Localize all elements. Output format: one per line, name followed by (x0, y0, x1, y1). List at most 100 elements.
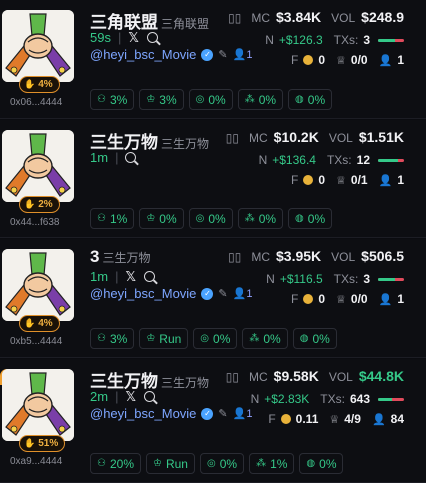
person-icon: 👤 (378, 54, 393, 67)
stat-tag-value: 3% (159, 92, 177, 107)
stat-tag[interactable]: ◍ 0% (288, 89, 333, 110)
hand-icon: ✋ (24, 318, 36, 328)
market-cap-row: ▯▯ MC $3.95K VOL $506.5 (228, 248, 404, 264)
fee-value: 0.11 (295, 412, 319, 426)
stat-tag[interactable]: ⁂ 0% (237, 89, 284, 110)
search-icon[interactable] (144, 391, 156, 402)
x-icon[interactable]: 𝕏 (125, 390, 137, 403)
stat-tag[interactable]: ◎ 0% (188, 89, 233, 110)
buy-sell-bar (378, 38, 404, 42)
stat-tag[interactable]: ♔ Run (139, 328, 189, 349)
token-image[interactable] (2, 369, 74, 441)
stat-tag-value: 0% (159, 211, 177, 226)
stat-tag[interactable]: ♔ 0% (139, 208, 184, 229)
stat-tag[interactable]: ◎ 0% (193, 328, 238, 349)
fee-value: 0 (318, 173, 326, 187)
search-icon[interactable] (147, 32, 159, 43)
token-card[interactable]: ✋ 4% 0x06...4444 三角联盟 三角联盟 59s | 𝕏 @heyi_… (0, 0, 426, 119)
token-image[interactable] (2, 10, 74, 82)
trophy-value: 0/0 (350, 53, 368, 67)
people-count: 84 (390, 412, 404, 426)
edit-icon[interactable]: ✎ (218, 407, 227, 420)
token-image[interactable] (2, 249, 74, 321)
stat-tag[interactable]: ⁂ 1% (249, 453, 295, 474)
n-label: N (250, 392, 260, 406)
token-name[interactable]: 3 三生万物 (90, 247, 150, 267)
stat-tag[interactable]: ⚇ 3% (90, 89, 135, 110)
token-card[interactable]: ✋ 51% 0xa9...4444 三生万物 三生万物 2m | 𝕏 @heyi_… (0, 359, 426, 483)
edit-icon[interactable]: ✎ (218, 287, 227, 300)
stat-tag-value: Run (165, 456, 188, 471)
trophy-value: 0/1 (350, 173, 368, 187)
holder-pct-badge: ✋ 2% (19, 196, 60, 213)
contract-address[interactable]: 0xb5...4444 (10, 336, 62, 347)
badge-pct: 2% (38, 199, 53, 210)
divider: | (115, 389, 119, 404)
chef-icon: ♔ (146, 94, 156, 105)
search-icon[interactable] (144, 271, 156, 282)
market-cap: $3.95K (276, 248, 322, 264)
stat-tag-value: 0% (258, 211, 277, 226)
stat-tag[interactable]: ◎ 0% (188, 208, 233, 229)
followers-count: 👤1 (232, 288, 253, 300)
vol-label: VOL (331, 11, 356, 25)
stat-tag[interactable]: ⁂ 0% (237, 208, 284, 229)
stat-tag-value: 0% (213, 331, 231, 346)
verified-icon: ✓ (201, 287, 214, 300)
net-flow: +$126.3 (278, 33, 323, 47)
hand-icon: ✋ (24, 199, 36, 209)
twitter-handle-row[interactable]: @heyi_bsc_Movie ✓ ✎ 👤1 (90, 47, 252, 62)
token-symbol: 三生万物 (161, 137, 210, 151)
stat-tag[interactable]: ◍ 0% (288, 208, 333, 229)
token-meta: 1m | (90, 150, 137, 165)
contract-address[interactable]: 0x06...4444 (10, 97, 62, 108)
volume: $506.5 (361, 248, 404, 264)
token-name-text: 3 (90, 247, 100, 266)
twitter-handle[interactable]: @heyi_bsc_Movie (90, 406, 196, 421)
twitter-handle[interactable]: @heyi_bsc_Movie (90, 47, 196, 62)
search-icon[interactable] (125, 152, 137, 163)
volume: $1.51K (358, 129, 404, 145)
stat-tag[interactable]: ◍ 0% (299, 453, 344, 474)
stat-tag[interactable]: ♔ Run (146, 453, 195, 474)
twitter-handle-row[interactable]: @heyi_bsc_Movie ✓ ✎ 👤1 (90, 286, 252, 301)
stat-tag-value: 0% (307, 211, 326, 226)
stat-tag[interactable]: ♔ 3% (139, 89, 184, 110)
token-card[interactable]: ✋ 2% 0x44...f638 三生万物 三生万物 1m | ▯▯ MC $10… (0, 120, 426, 238)
stat-tag[interactable]: ⚇ 1% (90, 208, 135, 229)
people-icon: ⚇ (97, 94, 106, 105)
stat-tags: ⚇ 20% ♔ Run ◎ 0% ⁂ 1% ◍ 0% (90, 453, 344, 474)
holder-pct-badge: ✋ 51% (19, 435, 66, 452)
badge-pct: 4% (38, 318, 53, 329)
people-count: 1 (397, 173, 404, 187)
cluster-icon: ⁂ (249, 333, 260, 344)
twitter-handle[interactable]: @heyi_bsc_Movie (90, 286, 196, 301)
token-image[interactable] (2, 130, 74, 202)
stat-tag[interactable]: ⚇ 3% (90, 328, 135, 349)
contract-address[interactable]: 0x44...f638 (10, 217, 59, 228)
holder-pct-badge: ✋ 4% (19, 76, 60, 93)
stat-tags: ⚇ 3% ♔ 3% ◎ 0% ⁂ 0% ◍ 0% (90, 89, 333, 110)
pill-icon: ▯▯ (225, 131, 239, 145)
followers-count: 👤1 (232, 408, 253, 420)
x-icon[interactable]: 𝕏 (125, 270, 137, 283)
x-icon[interactable]: 𝕏 (128, 31, 140, 44)
stat-tag[interactable]: ◎ 0% (199, 453, 245, 474)
token-symbol: 三生万物 (102, 251, 151, 265)
edit-icon[interactable]: ✎ (218, 48, 227, 61)
net-row: N +$2.83K TXs: 643 (251, 392, 404, 406)
market-cap: $9.58K (273, 368, 319, 384)
token-card[interactable]: ✋ 4% 0xb5...4444 3 三生万物 1m | 𝕏 @heyi_bsc_… (0, 239, 426, 358)
contract-address[interactable]: 0xa9...4444 (10, 456, 62, 467)
token-meta: 1m | 𝕏 (90, 269, 156, 284)
stat-tag[interactable]: ⁂ 0% (242, 328, 288, 349)
market-cap: $3.84K (276, 9, 322, 25)
trophy-icon: ♕ (336, 174, 346, 187)
stat-tag[interactable]: ⚇ 20% (90, 453, 141, 474)
bundle-icon: ◍ (299, 333, 309, 344)
volume: $248.9 (361, 9, 404, 25)
stat-tag[interactable]: ◍ 0% (292, 328, 337, 349)
twitter-handle-row[interactable]: @heyi_bsc_Movie ✓ ✎ 👤1 (90, 406, 252, 421)
divider: | (117, 30, 122, 45)
stat-tag-value: 0% (307, 92, 326, 107)
